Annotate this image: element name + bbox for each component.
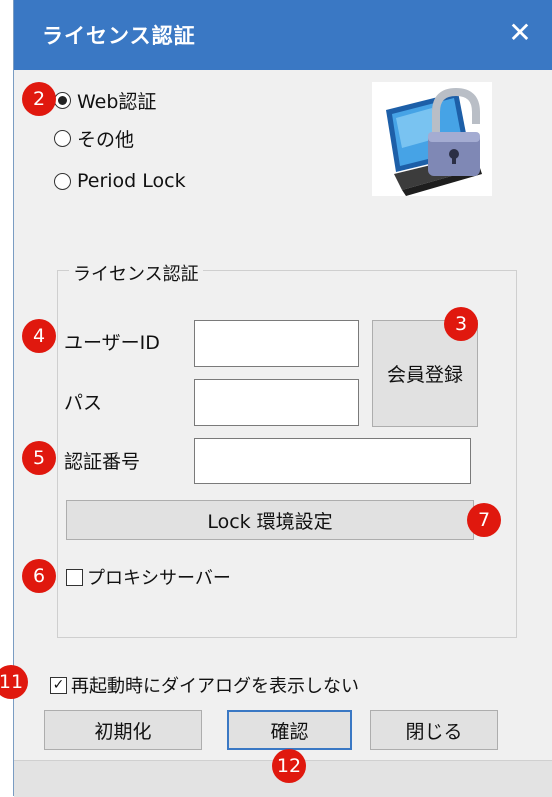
close-button[interactable]: 閉じる <box>370 710 498 750</box>
annotation-marker: 2 <box>22 82 56 116</box>
annotation-marker: 5 <box>22 441 56 475</box>
no-dialog-checkbox-label: 再起動時にダイアログを表示しない <box>71 676 359 697</box>
radio-other[interactable]: その他 <box>54 125 134 152</box>
radio-label: その他 <box>77 129 135 151</box>
auth-number-field[interactable] <box>194 438 471 484</box>
proxy-checkbox-row[interactable]: プロキシサーバー <box>66 564 231 590</box>
group-legend: ライセンス認証 <box>69 260 203 286</box>
radio-label: Web認証 <box>77 91 157 113</box>
radio-button[interactable] <box>54 130 71 147</box>
radio-button[interactable] <box>54 92 71 109</box>
proxy-checkbox[interactable] <box>66 568 83 586</box>
proxy-checkbox-label: プロキシサーバー <box>87 568 231 589</box>
check-icon: ✓ <box>52 677 65 693</box>
open-padlock-laptop-icon <box>372 82 492 196</box>
password-field[interactable] <box>194 379 359 426</box>
user-id-label: ユーザーID <box>64 332 160 354</box>
radio-web-auth[interactable]: Web認証 <box>54 87 156 114</box>
radio-label: Period Lock <box>77 170 186 192</box>
lock-env-settings-button[interactable]: Lock 環境設定 <box>66 500 474 540</box>
close-icon[interactable]: ✕ <box>503 16 537 50</box>
password-label: パス <box>64 392 103 414</box>
annotation-marker: 6 <box>22 559 56 593</box>
radio-period-lock[interactable]: Period Lock <box>54 170 186 192</box>
title-bar: ライセンス認証 ✕ <box>14 0 552 70</box>
initialize-button[interactable]: 初期化 <box>44 710 202 750</box>
radio-button[interactable] <box>54 172 71 190</box>
auth-number-label: 認証番号 <box>64 451 141 473</box>
no-dialog-checkbox-row[interactable]: ✓ 再起動時にダイアログを表示しない <box>50 672 359 698</box>
annotation-marker: 3 <box>444 307 478 341</box>
license-dialog: ライセンス認証 ✕ Web認証 その他 Period Lock ライセンス認証 … <box>13 0 552 797</box>
user-id-field[interactable] <box>194 320 359 367</box>
no-dialog-checkbox[interactable]: ✓ <box>50 676 67 694</box>
window-title: ライセンス認証 <box>42 24 196 48</box>
annotation-marker: 4 <box>22 319 56 353</box>
annotation-marker: 12 <box>272 749 306 783</box>
annotation-marker: 7 <box>467 503 501 537</box>
confirm-button[interactable]: 確認 <box>227 710 352 750</box>
